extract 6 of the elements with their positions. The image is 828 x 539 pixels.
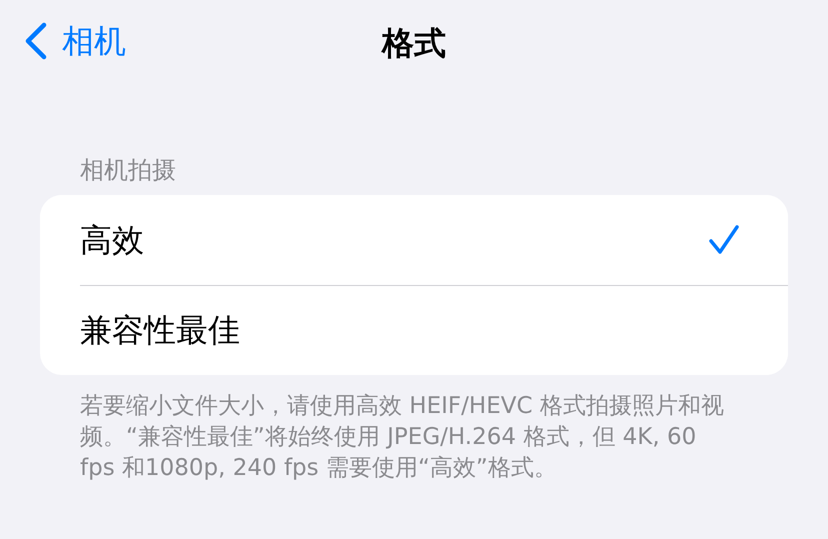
section-header: 相机拍摄 (80, 156, 176, 185)
page-title: 格式 (382, 24, 446, 62)
footer-note: 若要缩小文件大小，请使用高效 HEIF/HEVC 格式拍摄照片和视频。“兼容性最佳”将始终使用 JPEG/H.264 格式，但 4K, 60 fps 和1080p, 240 fps 需要使用“高效”格式。 (80, 392, 725, 483)
checkmark-icon (708, 224, 740, 256)
back-icon (24, 22, 48, 60)
back-button[interactable]: 相机 (24, 22, 126, 60)
